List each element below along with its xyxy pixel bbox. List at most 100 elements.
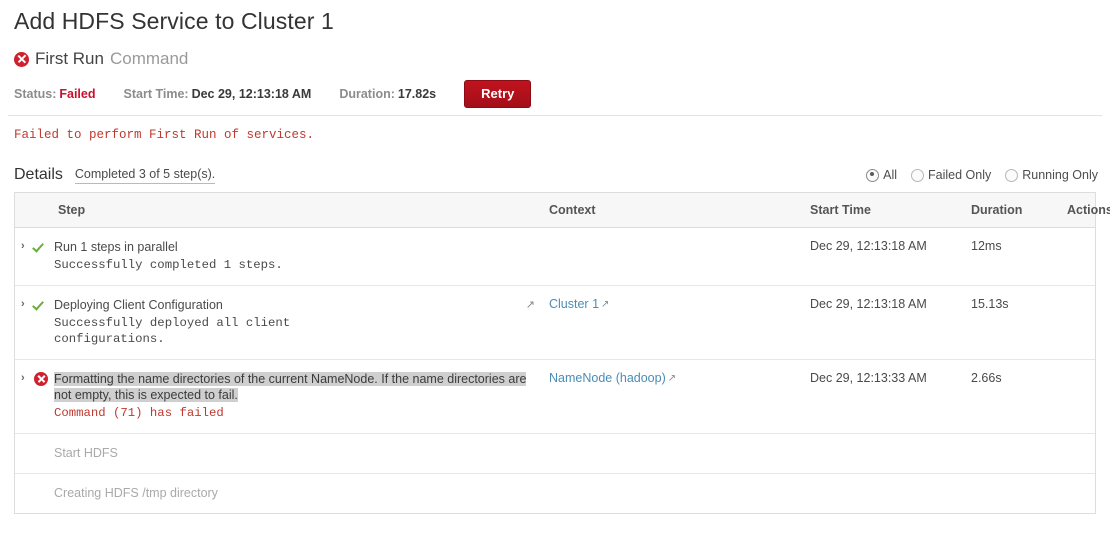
green-check-icon — [34, 298, 48, 312]
external-link-icon[interactable]: ↗ — [601, 299, 609, 310]
filter-failed-only[interactable]: Failed Only — [911, 168, 991, 182]
page-container: Add HDFS Service to Cluster 1 First Run … — [0, 0, 1110, 514]
filter-radio-group: All Failed Only Running Only — [866, 168, 1098, 182]
cell-step: › Deploying Client Configuration Successfu… — [15, 285, 549, 360]
duration-group: Duration: 17.82s — [339, 87, 436, 101]
table-head: Step Context Start Time Duration Actions — [15, 193, 1110, 228]
step-title: Deploying Client Configuration — [54, 298, 223, 312]
external-link-icon[interactable]: ↗ — [526, 298, 535, 312]
step-text: Run 1 steps in parallel Successfully comp… — [54, 239, 543, 273]
chevron-right-icon[interactable]: › — [21, 239, 34, 254]
step-title: Creating HDFS /tmp directory — [54, 486, 218, 500]
step-inner: Start HDFS — [21, 445, 543, 461]
chevron-right-icon[interactable]: › — [21, 371, 34, 386]
context-link[interactable]: Cluster 1 — [549, 297, 599, 311]
filter-running-only[interactable]: Running Only — [1005, 168, 1098, 182]
no-status-icon — [34, 445, 54, 446]
cell-step: Creating HDFS /tmp directory — [15, 473, 549, 513]
chevron-right-icon[interactable]: › — [21, 297, 34, 312]
progress-link[interactable]: Completed 3 of 5 step(s). — [74, 166, 216, 184]
table-row[interactable]: › Formatting the name directories of the … — [15, 359, 1095, 434]
filter-running-only-label: Running Only — [1022, 168, 1098, 182]
status-value: Failed — [59, 87, 96, 101]
steps-table: Step Context Start Time Duration Actions… — [15, 193, 1110, 513]
cell-actions — [1067, 228, 1095, 286]
status-bar: Status: Failed Start Time: Dec 29, 12:13:1… — [8, 69, 1102, 108]
table-row[interactable]: › Run 1 steps in parallel Successfully com… — [15, 228, 1095, 286]
green-check-icon — [34, 239, 54, 257]
step-title: Formatting the name directories of the c… — [54, 371, 543, 403]
external-link-icon[interactable]: ↗ — [668, 373, 676, 384]
step-inner: › Deploying Client Configuration Successfu… — [21, 297, 543, 347]
column-header-duration[interactable]: Duration — [971, 193, 1067, 228]
status-label: Status: — [14, 87, 57, 101]
step-text: Formatting the name directories of the c… — [54, 371, 543, 421]
command-name: First Run — [35, 49, 104, 68]
column-header-start-time[interactable]: Start Time — [810, 193, 971, 228]
step-text: Start HDFS — [54, 445, 543, 461]
page-title: Add HDFS Service to Cluster 1 — [14, 8, 334, 34]
filter-failed-only-label: Failed Only — [928, 168, 992, 182]
cell-step: › Formatting the name directories of the … — [15, 359, 549, 434]
cell-start-time — [810, 433, 971, 474]
step-inner: › Run 1 steps in parallel Successfully com… — [21, 239, 543, 273]
error-circle-icon — [14, 51, 29, 67]
column-header-step[interactable]: Step — [15, 193, 549, 228]
step-description: Successfully deployed all client configu… — [54, 316, 291, 346]
step-text: Deploying Client Configuration Successful… — [54, 297, 543, 347]
radio-icon — [911, 168, 925, 182]
column-header-actions[interactable]: Actions — [1067, 193, 1110, 228]
step-title: Start HDFS — [54, 446, 118, 460]
step-title: Run 1 steps in parallel — [54, 240, 178, 254]
details-label: Details — [14, 166, 63, 183]
start-time-group: Start Time: Dec 29, 12:13:18 AM — [124, 87, 312, 101]
table-header-row: Step Context Start Time Duration Actions — [15, 193, 1110, 228]
step-description: Command (71) has failed — [54, 406, 224, 420]
command-header: First Run Command — [8, 36, 1102, 69]
table-row[interactable]: Creating HDFS /tmp directory — [15, 473, 1095, 513]
error-circle-icon — [34, 372, 48, 386]
cell-actions — [1067, 359, 1095, 434]
start-time-value: Dec 29, 12:13:18 AM — [191, 87, 312, 101]
filter-all-label: All — [883, 168, 898, 182]
details-row: Details Completed 3 of 5 step(s). All Fa… — [8, 142, 1102, 184]
step-description: Successfully completed 1 steps. — [54, 258, 283, 272]
error-circle-icon — [34, 371, 54, 389]
duration-label: Duration: — [339, 87, 395, 101]
cell-start-time: Dec 29, 12:13:18 AM — [810, 285, 971, 360]
context-link[interactable]: NameNode (hadoop) — [549, 371, 666, 385]
cell-context: NameNode (hadoop) ↗ — [549, 359, 810, 434]
cell-duration — [971, 473, 1067, 513]
cell-duration — [971, 433, 1067, 474]
table-row[interactable]: Start HDFS — [15, 433, 1095, 474]
step-text: Creating HDFS /tmp directory — [54, 485, 543, 501]
radio-icon — [866, 168, 880, 182]
step-inner: › Formatting the name directories of the … — [21, 371, 543, 421]
cell-step: › Run 1 steps in parallel Successfully com… — [15, 228, 549, 286]
cell-context — [549, 433, 810, 474]
cell-actions — [1067, 285, 1095, 360]
no-status-icon — [34, 485, 54, 486]
start-time-label: Start Time: — [123, 87, 189, 101]
retry-button[interactable]: Retry — [464, 80, 532, 108]
column-header-context[interactable]: Context — [549, 193, 810, 228]
filter-all[interactable]: All — [866, 168, 897, 182]
green-check-icon — [34, 297, 54, 315]
cell-start-time: Dec 29, 12:13:33 AM — [810, 359, 971, 434]
green-check-icon — [34, 240, 48, 254]
duration-value: 17.82s — [397, 87, 437, 101]
cell-context: Cluster 1 ↗ — [549, 285, 810, 360]
cell-duration: 15.13s — [971, 285, 1067, 360]
cell-start-time: Dec 29, 12:13:18 AM — [810, 239, 927, 253]
cell-start-time — [810, 473, 971, 513]
status-group: Status: Failed — [14, 87, 96, 101]
cell-context — [549, 228, 810, 286]
cell-actions — [1067, 433, 1095, 474]
radio-icon — [1005, 168, 1019, 182]
command-suffix: Command — [109, 49, 189, 68]
cell-context — [549, 473, 810, 513]
cell-step: Start HDFS — [15, 433, 549, 474]
error-message: Failed to perform First Run of services. — [14, 128, 315, 142]
step-title-highlight: Formatting the name directories of the c… — [54, 372, 527, 402]
table-row[interactable]: › Deploying Client Configuration Successfu… — [15, 285, 1095, 360]
